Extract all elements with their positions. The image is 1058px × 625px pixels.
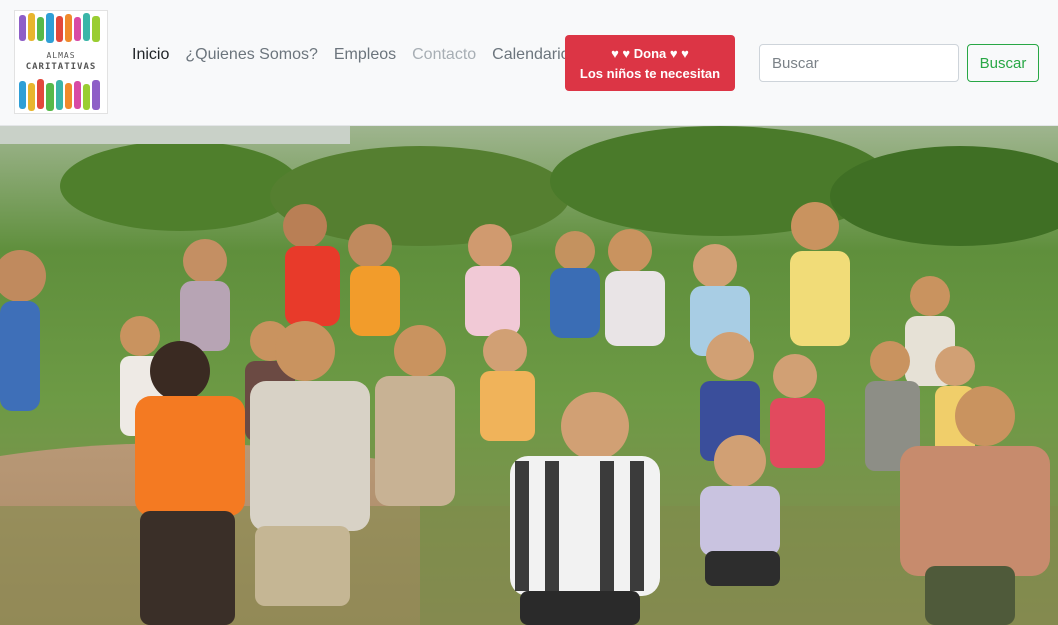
- donate-button-title: ♥ ♥ Dona ♥ ♥: [611, 46, 689, 61]
- search-button[interactable]: Buscar: [967, 44, 1039, 82]
- children-photo-image: [0, 126, 1058, 625]
- nav-item-contacto[interactable]: Contacto: [404, 44, 484, 66]
- nav-item-quienes-somos[interactable]: ¿Quienes Somos?: [177, 44, 326, 66]
- nav-item-inicio[interactable]: Inicio: [124, 44, 177, 66]
- donate-button[interactable]: ♥ ♥ Dona ♥ ♥ Los niños te necesitan: [565, 35, 735, 91]
- search-input[interactable]: [759, 44, 959, 82]
- brand-logo[interactable]: ALMAS CARITATIVAS: [14, 10, 108, 114]
- nav-item-calendario[interactable]: Calendario: [484, 44, 577, 66]
- donate-button-subtitle: Los niños te necesitan: [579, 66, 721, 81]
- hero-photo: [0, 126, 1058, 625]
- main-nav: Inicio ¿Quienes Somos? Empleos Contacto …: [124, 44, 578, 66]
- navbar: ALMAS CARITATIVAS Inicio ¿Quienes Somos?…: [0, 0, 1058, 126]
- nav-item-empleos[interactable]: Empleos: [326, 44, 404, 66]
- logo-text-line1: ALMAS: [46, 51, 76, 60]
- logo-text-line2: CARITATIVAS: [25, 62, 97, 72]
